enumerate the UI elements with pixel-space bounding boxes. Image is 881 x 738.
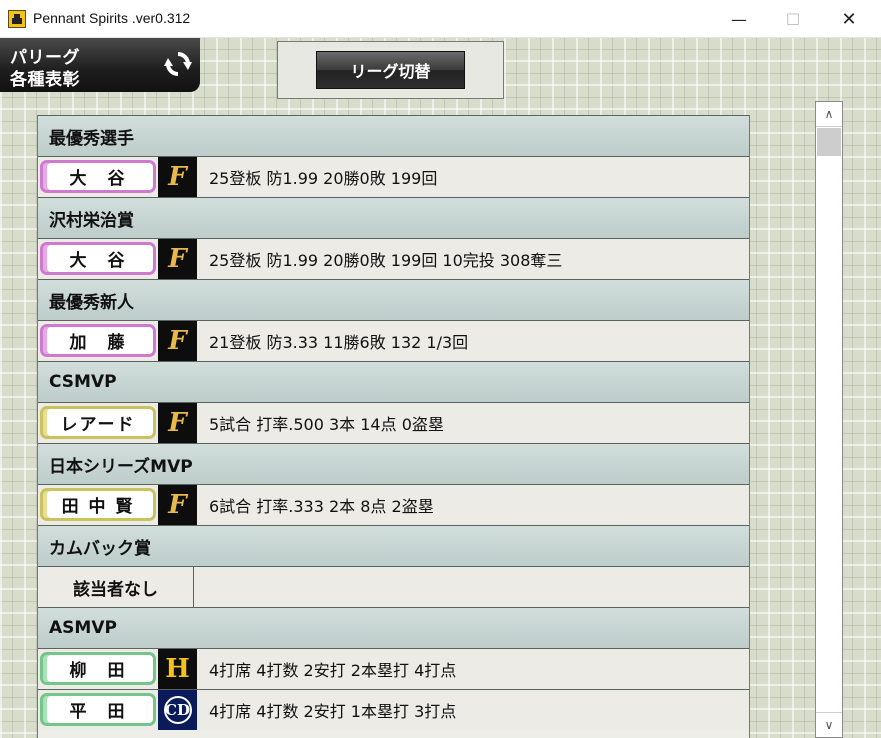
award-stats: 25登板 防1.99 20勝0敗 199回: [209, 169, 438, 188]
league-panel: パリーグ 各種表彰: [0, 38, 200, 92]
player-name-tag[interactable]: レアード: [40, 406, 156, 439]
no-winner-label: 該当者なし: [38, 567, 194, 607]
player-name-tag[interactable]: 柳 田: [40, 652, 156, 685]
award-stats: 25登板 防1.99 20勝0敗 199回 10完投 308奪三: [209, 251, 563, 270]
award-stats: 21登板 防3.33 11勝6敗 132 1/3回: [209, 333, 469, 352]
award-stats: 4打席 4打数 2安打 2本塁打 4打点: [209, 661, 457, 680]
award-winner-row[interactable]: 柳 田 H 4打席 4打数 2安打 2本塁打 4打点: [38, 648, 749, 689]
player-name-tag[interactable]: 大 谷: [40, 160, 156, 193]
award-winner-row[interactable]: 加 藤 F 21登板 防3.33 11勝6敗 132 1/3回: [38, 320, 749, 361]
award-winner-row[interactable]: 大 谷 F 25登板 防1.99 20勝0敗 199回: [38, 156, 749, 197]
award-winner-row[interactable]: 該当者なし: [38, 566, 749, 607]
maximize-button[interactable]: ☐: [770, 0, 816, 38]
award-stats: 5試合 打率.500 3本 14点 0盗塁: [209, 415, 444, 434]
award-category-header: CSMVP: [38, 361, 749, 402]
vertical-scrollbar[interactable]: ∧ ∨: [815, 101, 843, 738]
scroll-thumb[interactable]: [817, 128, 841, 156]
team-logo-text: H: [165, 654, 190, 684]
team-logo-text: CD: [163, 696, 192, 724]
fighters-logo-icon: F: [158, 157, 197, 197]
scroll-down-button[interactable]: ∨: [816, 712, 842, 737]
fighters-logo-icon: F: [158, 485, 197, 525]
award-winner-row[interactable]: 平 田 CD 4打席 4打数 2安打 1本塁打 3打点: [38, 689, 749, 730]
award-category-header: 日本シリーズMVP: [38, 443, 749, 484]
award-category-header: 最優秀新人: [38, 279, 749, 320]
team-logo-text: F: [168, 408, 187, 438]
award-stats: 6試合 打率.333 2本 8点 2盗塁: [209, 497, 434, 516]
window-title: Pennant Spirits .ver0.312: [33, 10, 191, 26]
panel-title: 各種表彰: [10, 70, 80, 90]
award-category-header: カムバック賞: [38, 525, 749, 566]
close-button[interactable]: ✕: [826, 0, 872, 38]
team-logo-text: F: [168, 490, 187, 520]
award-category-header: 最優秀選手: [38, 115, 749, 156]
award-list: 最優秀選手大 谷 F 25登板 防1.99 20勝0敗 199回 沢村栄治賞大 谷F2…: [37, 115, 750, 738]
league-switch-frame: リーグ切替: [277, 41, 504, 99]
app-icon: [8, 10, 26, 28]
minimize-button[interactable]: —: [716, 0, 762, 38]
dragons-logo-icon: CD: [158, 690, 197, 730]
league-switch-button[interactable]: リーグ切替: [316, 51, 465, 89]
scroll-up-button[interactable]: ∧: [816, 102, 842, 127]
fighters-logo-icon: F: [158, 239, 197, 279]
player-name-tag[interactable]: 田 中 賢: [40, 488, 156, 521]
award-category-header: ASMVP: [38, 607, 749, 648]
award-winner-row[interactable]: レアード F 5試合 打率.500 3本 14点 0盗塁: [38, 402, 749, 443]
hawks-logo-icon: H: [158, 649, 197, 689]
client-area: パリーグ 各種表彰 リーグ切替 最優秀選手大 谷 F 25登板 防1.99 20勝0…: [0, 38, 881, 738]
player-name-tag[interactable]: 加 藤: [40, 324, 156, 357]
team-logo-text: F: [168, 162, 187, 192]
award-category-header: 沢村栄治賞: [38, 197, 749, 238]
title-bar: Pennant Spirits .ver0.312 — ☐ ✕: [0, 0, 881, 38]
award-winner-row[interactable]: 田 中 賢 F 6試合 打率.333 2本 8点 2盗塁: [38, 484, 749, 525]
player-name-tag[interactable]: 平 田: [40, 693, 156, 726]
team-logo-text: F: [168, 326, 187, 356]
award-winner-row[interactable]: 大 谷 F 25登板 防1.99 20勝0敗 199回 10完投 308奪三: [38, 238, 749, 279]
refresh-icon[interactable]: [164, 50, 192, 78]
team-logo-text: F: [168, 244, 187, 274]
fighters-logo-icon: F: [158, 321, 197, 361]
award-stats: 4打席 4打数 2安打 1本塁打 3打点: [209, 702, 457, 721]
fighters-logo-icon: F: [158, 403, 197, 443]
player-name-tag[interactable]: 大 谷: [40, 242, 156, 275]
